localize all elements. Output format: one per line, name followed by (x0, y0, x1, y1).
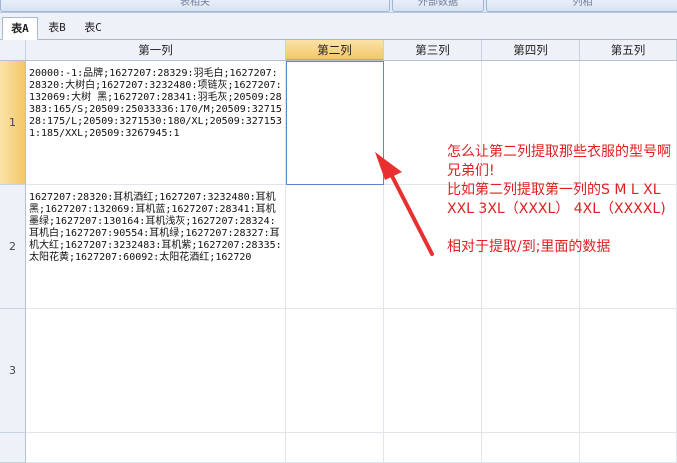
cell-r4-c2[interactable] (286, 433, 384, 463)
ribbon-group-column[interactable]: 列相 (486, 0, 677, 12)
cell-r4-c3[interactable] (384, 433, 482, 463)
cell-text: 1627207:28320:耳机酒红;1627207:3232480:耳机黑;1… (29, 192, 282, 263)
cell-text: 20000:-1:品牌;1627207:28329:羽毛白;1627207:28… (29, 68, 282, 139)
cell-r3-c4[interactable] (482, 309, 580, 433)
column-header-3[interactable]: 第三列 (384, 40, 482, 60)
column-header-5[interactable]: 第五列 (580, 40, 677, 60)
column-header-row: 第一列 第二列 第三列 第四列 第五列 (0, 40, 677, 61)
ribbon-group-table[interactable]: 表相关 (0, 0, 390, 12)
ribbon-strip: 表相关 外部数据 列相 (0, 0, 677, 13)
cell-r2-c2[interactable] (286, 185, 384, 309)
select-all-corner[interactable] (0, 40, 26, 60)
row-header-4[interactable] (0, 433, 26, 463)
cell-r3-c2[interactable] (286, 309, 384, 433)
cell-r4-c5[interactable] (580, 433, 677, 463)
cell-r3-c5[interactable] (580, 309, 677, 433)
column-header-2[interactable]: 第二列 (286, 40, 384, 60)
tab-sheet-b[interactable]: 表B (40, 17, 74, 38)
row-header-2[interactable]: 2 (0, 185, 26, 309)
column-header-4[interactable]: 第四列 (482, 40, 580, 60)
cell-r2-c1[interactable]: 1627207:28320:耳机酒红;1627207:3232480:耳机黑;1… (26, 185, 286, 309)
column-header-1[interactable]: 第一列 (26, 40, 286, 60)
annotation-note: 怎么让第二列提取那些衣服的型号啊 兄弟们! 比如第二列提取第一列的S M L X… (447, 144, 671, 255)
row-header-3[interactable]: 3 (0, 309, 26, 433)
cell-r4-c4[interactable] (482, 433, 580, 463)
tab-sheet-c[interactable]: 表C (76, 17, 110, 38)
cell-r4-c1[interactable] (26, 433, 286, 463)
cell-r1-c1[interactable]: 20000:-1:品牌;1627207:28329:羽毛白;1627207:28… (26, 61, 286, 185)
active-cell-selection (286, 61, 384, 185)
cell-r3-c1[interactable] (26, 309, 286, 433)
sheet-tab-bar: 表A 表B 表C (0, 13, 677, 40)
cell-r3-c3[interactable] (384, 309, 482, 433)
tab-sheet-a[interactable]: 表A (2, 17, 38, 40)
row-header-1[interactable]: 1 (0, 61, 26, 185)
ribbon-group-external-data[interactable]: 外部数据 (392, 0, 484, 12)
